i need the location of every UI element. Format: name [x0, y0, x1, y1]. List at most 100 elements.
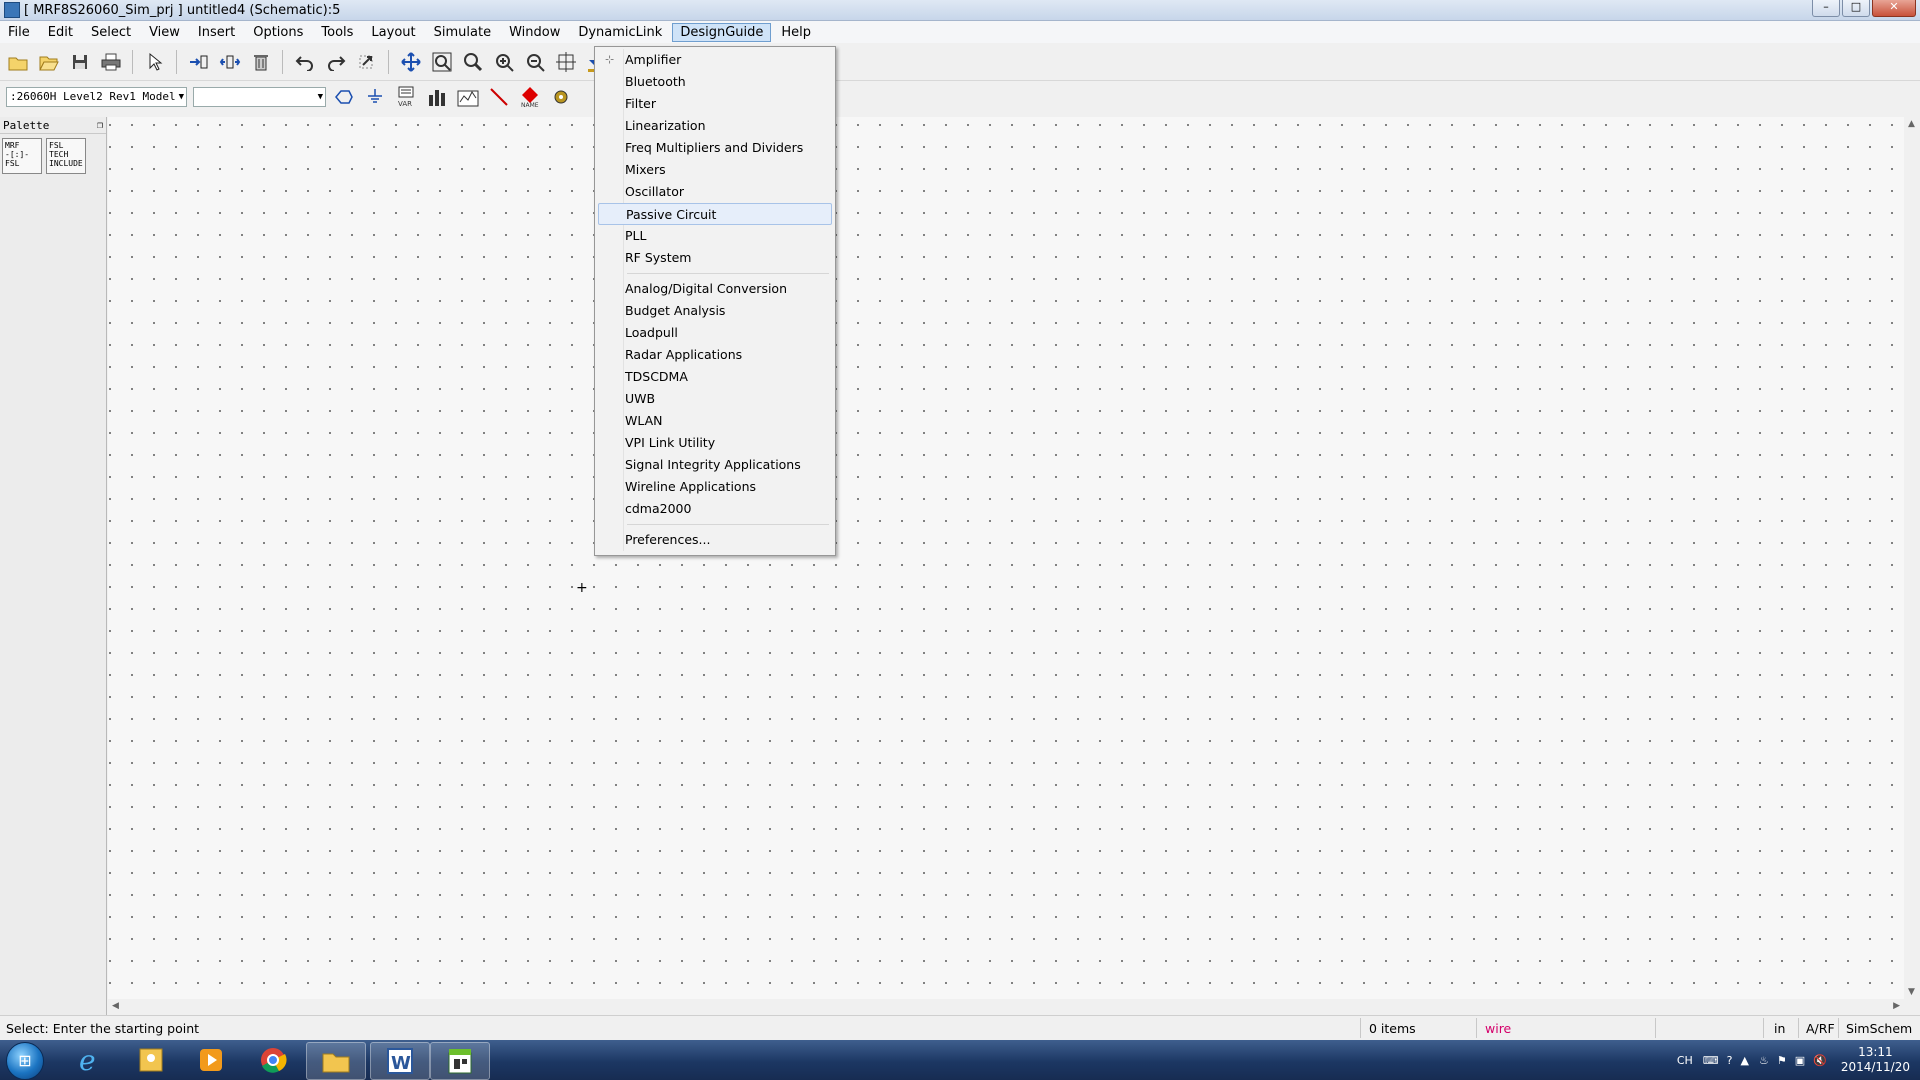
palette-tile-mrf-fsl[interactable]: MRF -[:]- FSL — [2, 138, 42, 174]
vertical-scrollbar[interactable]: ▲ ▼ — [1904, 117, 1920, 999]
word-document-icon[interactable]: W — [370, 1042, 430, 1080]
rotate-icon[interactable] — [354, 49, 380, 75]
volume-muted-icon[interactable]: 🔇 — [1813, 1054, 1827, 1067]
schematic-canvas[interactable]: + — [108, 117, 1904, 999]
action-center-flag-icon[interactable]: ⚑ — [1777, 1054, 1787, 1067]
display-template-icon[interactable] — [424, 84, 450, 110]
pop-out-hierarchy-icon[interactable] — [217, 49, 243, 75]
scroll-up-icon[interactable]: ▲ — [1908, 119, 1915, 129]
menu-item-rf-system[interactable]: RF System — [598, 247, 832, 269]
toolbar-separator — [282, 50, 283, 74]
move-icon[interactable] — [398, 49, 424, 75]
svg-text:VAR: VAR — [398, 100, 412, 108]
menu-edit[interactable]: Edit — [40, 23, 81, 42]
menu-designguide[interactable]: DesignGuide — [672, 22, 772, 42]
insert-wire-icon[interactable] — [486, 84, 512, 110]
menu-item-passive-circuit[interactable]: Passive Circuit — [598, 203, 832, 225]
file-explorer-icon[interactable] — [306, 1042, 366, 1080]
menu-item-mixers[interactable]: Mixers — [598, 159, 832, 181]
component-toolbar: :26060H Level2 Rev1 Model ▼ ▼ VAR NAME — [0, 81, 1920, 113]
port-icon[interactable] — [331, 84, 357, 110]
menu-window[interactable]: Window — [501, 23, 568, 42]
menu-item-bluetooth[interactable]: Bluetooth — [598, 71, 832, 93]
menu-file[interactable]: File — [0, 23, 38, 42]
keyboard-icon[interactable]: ⌨ — [1703, 1054, 1719, 1067]
zoom-view-all-icon[interactable] — [429, 49, 455, 75]
taskbar-clock[interactable]: 13:11 2014/11/20 — [1841, 1045, 1910, 1075]
menu-dynamiclink[interactable]: DynamicLink — [570, 23, 670, 42]
menu-item-linearization[interactable]: Linearization — [598, 115, 832, 137]
menu-item-preferences[interactable]: Preferences... — [598, 529, 832, 551]
delete-trash-icon[interactable] — [248, 49, 274, 75]
name-label-icon[interactable]: NAME — [517, 84, 543, 110]
menu-item-pll[interactable]: PLL — [598, 225, 832, 247]
network-icon[interactable]: ▣ — [1795, 1054, 1805, 1067]
minimize-button[interactable]: – — [1812, 0, 1840, 17]
component-name-select[interactable]: ▼ — [193, 87, 326, 107]
scroll-down-icon[interactable]: ▼ — [1908, 987, 1915, 997]
zoom-out-icon[interactable] — [522, 49, 548, 75]
menu-item-analog-digital-conversion[interactable]: Analog/Digital Conversion — [598, 278, 832, 300]
menu-item-radar-applications[interactable]: Radar Applications — [598, 344, 832, 366]
chevron-up-icon[interactable]: ▲ — [1741, 1054, 1749, 1067]
menu-item-vpi-link-utility[interactable]: VPI Link Utility — [598, 432, 832, 454]
push-into-hierarchy-icon[interactable] — [186, 49, 212, 75]
menu-item-tdscdma[interactable]: TDSCDMA — [598, 366, 832, 388]
select-arrow-icon[interactable] — [142, 49, 168, 75]
internet-explorer-icon[interactable]: e — [60, 1042, 118, 1078]
new-file-icon[interactable] — [5, 49, 31, 75]
menu-item-wlan[interactable]: WLAN — [598, 410, 832, 432]
toolbar-separator — [132, 50, 133, 74]
media-player-icon[interactable] — [182, 1042, 240, 1078]
menu-tools[interactable]: Tools — [313, 23, 361, 42]
scroll-left-icon[interactable]: ◀ — [112, 1001, 119, 1011]
var-equation-icon[interactable]: VAR — [393, 84, 419, 110]
start-button-windows-icon[interactable]: ⊞ — [6, 1042, 44, 1080]
menu-item-cdma2000[interactable]: cdma2000 — [598, 498, 832, 520]
menu-item-freq-multipliers[interactable]: Freq Multipliers and Dividers — [598, 137, 832, 159]
menu-item-budget-analysis[interactable]: Budget Analysis — [598, 300, 832, 322]
main-toolbar — [0, 44, 1920, 81]
chrome-browser-icon[interactable] — [244, 1042, 302, 1078]
simulate-icon[interactable] — [455, 84, 481, 110]
restore-window-icon[interactable]: ❐ — [97, 120, 103, 131]
amplifier-icon: ⊹ — [605, 53, 615, 66]
menu-item-oscillator[interactable]: Oscillator — [598, 181, 832, 203]
menu-item-filter[interactable]: Filter — [598, 93, 832, 115]
horizontal-scrollbar[interactable]: ◀ ▶ — [108, 999, 1904, 1015]
menu-item-amplifier[interactable]: ⊹ Amplifier — [598, 49, 832, 71]
maximize-button[interactable]: □ — [1842, 0, 1870, 17]
zoom-in-icon[interactable] — [491, 49, 517, 75]
menu-item-uwb[interactable]: UWB — [598, 388, 832, 410]
zoom-area-icon[interactable] — [460, 49, 486, 75]
component-library-select[interactable]: :26060H Level2 Rev1 Model ▼ — [6, 87, 187, 107]
tuning-gear-icon[interactable] — [548, 84, 574, 110]
window-title: [ MRF8S26060_Sim_prj ] untitled4 (Schema… — [24, 2, 341, 18]
menu-item-loadpull[interactable]: Loadpull — [598, 322, 832, 344]
chevron-down-icon: ▼ — [178, 92, 184, 102]
undo-icon[interactable] — [292, 49, 318, 75]
ground-icon[interactable] — [362, 84, 388, 110]
zoom-point-icon[interactable] — [553, 49, 579, 75]
menu-select[interactable]: Select — [83, 23, 139, 42]
close-button[interactable]: ✕ — [1872, 0, 1916, 17]
menu-item-wireline-applications[interactable]: Wireline Applications — [598, 476, 832, 498]
save-icon[interactable] — [67, 49, 93, 75]
print-icon[interactable] — [98, 49, 124, 75]
menu-help[interactable]: Help — [773, 23, 819, 42]
palette-tile-fsl-tech-include[interactable]: FSL TECH INCLUDE — [46, 138, 86, 174]
input-language[interactable]: CH — [1677, 1054, 1693, 1067]
menu-insert[interactable]: Insert — [190, 23, 243, 42]
menu-view[interactable]: View — [141, 23, 188, 42]
menu-simulate[interactable]: Simulate — [426, 23, 499, 42]
redo-icon[interactable] — [323, 49, 349, 75]
ads-application-icon[interactable] — [430, 1042, 490, 1080]
menu-layout[interactable]: Layout — [363, 23, 423, 42]
help-icon[interactable]: ? — [1727, 1054, 1733, 1067]
menu-item-signal-integrity[interactable]: Signal Integrity Applications — [598, 454, 832, 476]
open-folder-icon[interactable] — [36, 49, 62, 75]
menu-options[interactable]: Options — [245, 23, 311, 42]
user-folder-icon[interactable] — [122, 1042, 180, 1078]
app-tray-icon[interactable]: ♨ — [1759, 1054, 1769, 1067]
scroll-right-icon[interactable]: ▶ — [1893, 1001, 1900, 1011]
